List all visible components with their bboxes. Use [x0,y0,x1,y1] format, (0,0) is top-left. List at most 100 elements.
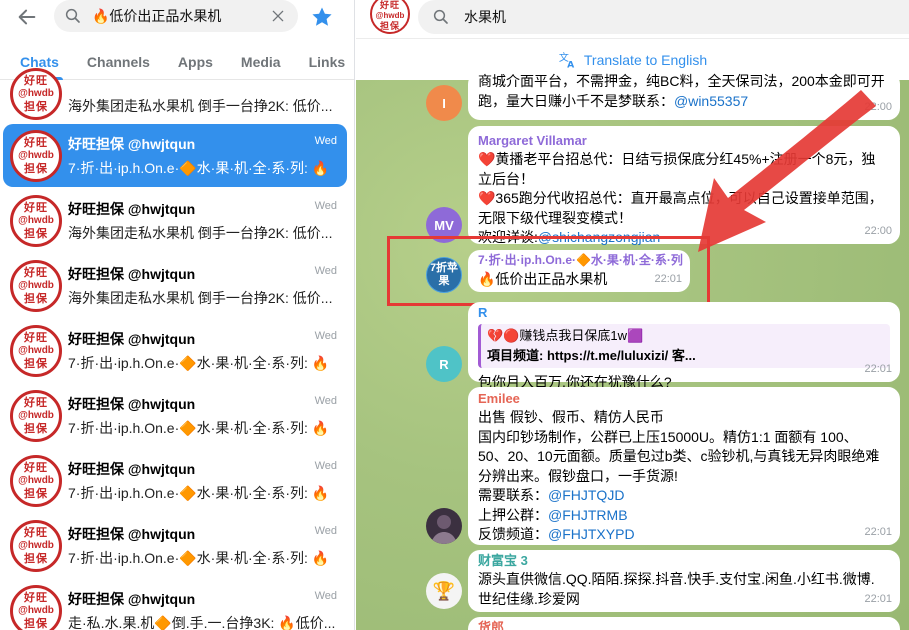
search-input[interactable]: 🔥低价出正品水果机 [54,0,298,32]
sender-avatar[interactable]: I [426,85,462,121]
avatar: 好旺 @hwdb 担保 [10,260,62,312]
message-search-query[interactable]: 水果机 [464,7,506,27]
sender-avatar[interactable]: R [426,346,462,382]
message-bubble[interactable]: 财富宝 3 源头直供微信.QQ.陌陌.探探.抖音.快手.支付宝.闲鱼.小红书.微… [468,550,900,612]
message-time: 22:00 [864,224,892,237]
sender-name[interactable]: R [478,304,890,321]
chat-list-panel: 🔥低价出正品水果机 Chats Channels Apps Media Link… [0,0,355,630]
translate-icon: 文A [558,49,580,71]
chat-time: Wed [314,460,337,472]
message-text: 商城介面平台，不需押金，纯BC料，全天保司法，200本金即可开 [478,73,885,89]
avatar-text-line1: 好旺 [24,527,48,539]
chat-preview: 海外集团走私水果机 倒手一台挣2K: 低价... [68,98,333,114]
avatar-text-line2: @hwdb [18,88,54,99]
avatar-text-line2: @hwdb [18,150,54,161]
avatar-text-line2: @hwdb [18,540,54,551]
chat-name: 好旺担保 @hwjtqun [68,591,196,607]
avatar-text-line3: 担保 [24,488,48,500]
username-link[interactable]: @FHJTQJD [548,487,624,503]
conversation-header: 好旺 @hwdb 担保 水果机 [356,0,909,38]
saved-star-button[interactable] [308,3,336,31]
message-bubble[interactable]: Margaret Villamar ❤️黄播老平台招总代：日结亏损保底分红45%… [468,126,900,245]
message-text: ❤️黄播老平台招总代：日结亏损保底分红45%+注册一个8元，独 [478,151,876,167]
message-time: 22:01 [864,362,892,375]
chat-time: Wed [314,135,337,147]
avatar-text-line3: 担保 [24,293,48,305]
username-link[interactable]: @win55357 [674,93,748,109]
message-bubble[interactable]: 货郎 [468,617,900,630]
message-text: 50、20、10元面额。质量包过b类、c验钞机,与真钱无异肉眼绝难 [478,448,880,464]
chat-preview: 7·折·出·ip.h.On.e·🔶水·果·机·全·系·列: 🔥 [68,550,330,566]
avatar-text-line1: 好旺 [24,267,48,279]
avatar-text-line3: 担保 [24,101,48,113]
avatar-text-line1: 好旺 [24,592,48,604]
chat-preview: 7·折·出·ip.h.On.e·🔶水·果·机·全·系·列: 🔥 [68,160,330,176]
chat-item[interactable]: 好旺 @hwdb 担保 海外集团走私水果机 倒手一台挣2K: 低价... [3,62,347,125]
chat-item[interactable]: 好旺 @hwdb 担保 好旺担保 @hwjtqun 海外集团走私水果机 倒手一台挣2K:… [3,254,347,317]
avatar-text-line3: 担保 [24,618,48,630]
message-bubble[interactable]: 商城介面平台，不需押金，纯BC料，全天保司法，200本金即可开 跑，量大日赚小千… [468,72,900,120]
message-area: I 商城介面平台，不需押金，纯BC料，全天保司法，200本金即可开 跑，量大日赚… [356,72,909,630]
message-text: 跑，量大日赚小千不是梦联系：@win55357 [478,92,890,112]
chat-time: Wed [314,590,337,602]
avatar-text-line2: @hwdb [18,345,54,356]
left-top-bar: 🔥低价出正品水果机 [0,0,354,34]
chat-item[interactable]: 好旺 @hwdb 担保 好旺担保 @hwjtqun 海外集团走私水果机 倒手一台挣2K:… [3,189,347,252]
contact-line: 需要联系：@FHJTQJD [478,486,890,506]
message-text: 出售 假钞、假币、精仿人民币 [478,409,664,425]
avatar-text-line2: @hwdb [18,605,54,616]
chat-item[interactable]: 好旺 @hwdb 担保 好旺担保 @hwjtqun 7·折·出·ip.h.On.e·🔶水… [3,384,347,447]
message-bubble[interactable]: R 💔🔴赚钱点我日保底1w🟪 項目频道: https://t.me/luluxi… [468,302,900,390]
chat-preview: 走·私.水.果.机🔶倒.手.一.台挣3K: 🔥低价... [68,615,336,630]
username-link[interactable]: @FHJTXYPD [548,526,635,542]
channel-avatar[interactable]: 好旺 @hwdb 担保 [370,0,410,34]
sender-name[interactable]: 货郎 [478,619,890,630]
message-search-input[interactable]: 水果机 [418,0,909,34]
chat-item[interactable]: 好旺 @hwdb 担保 好旺担保 @hwjtqun 7·折·出·ip.h.On.e·🔶水… [3,124,347,187]
message-time: 22:00 [864,100,892,113]
translate-label: Translate to English [583,51,708,68]
avatar-text-line3: 担保 [24,163,48,175]
avatar: 好旺 @hwdb 担保 [10,325,62,377]
trophy-icon: 🏆 [432,580,456,601]
chat-name: 好旺担保 @hwjtqun [68,266,196,282]
chat-preview: 7·折·出·ip.h.On.e·🔶水·果·机·全·系·列: 🔥 [68,485,330,501]
chat-item[interactable]: 好旺 @hwdb 担保 好旺担保 @hwjtqun 7·折·出·ip.h.On.e·🔶水… [3,514,347,577]
message-text: 分辨出来。假钞盘口，一手货源! [478,467,678,484]
avatar-text-line3: 担保 [24,423,48,435]
sender-name[interactable]: Margaret Villamar [478,132,890,149]
conversation-panel: 好旺 @hwdb 担保 水果机 文A Translate to English … [356,0,909,630]
chat-item[interactable]: 好旺 @hwdb 担保 好旺担保 @hwjtqun 走·私.水.果.机🔶倒.手.一.台挣… [3,579,347,630]
avatar-text-line1: 好旺 [24,397,48,409]
sender-avatar[interactable]: 🏆 [426,573,462,609]
avatar-text-line1: 好旺 [24,75,48,87]
chat-preview: 海外集团走私水果机 倒手一台挣2K: 低价... [68,290,333,306]
avatar: 好旺 @hwdb 担保 [10,195,62,247]
username-link[interactable]: @FHJTRMB [548,507,628,523]
avatar: 好旺 @hwdb 担保 [10,455,62,507]
message-text: 无限下级代理裂变模式！ [478,209,632,226]
avatar: 好旺 @hwdb 担保 [10,390,62,442]
avatar: 好旺 @hwdb 担保 [10,68,62,120]
message-time: 22:01 [864,592,892,605]
sender-name[interactable]: 财富宝 3 [478,552,890,569]
avatar-text-line3: 担保 [24,553,48,565]
chat-name: 好旺担保 @hwjtqun [68,461,196,477]
contact-label: 反馈频道： [478,526,548,542]
chat-preview: 海外集团走私水果机 倒手一台挣2K: 低价... [68,225,333,241]
quoted-message[interactable]: 💔🔴赚钱点我日保底1w🟪 項目频道: https://t.me/luluxizi… [478,324,890,368]
search-query[interactable]: 🔥低价出正品水果机 [92,6,266,26]
quote-link: https://t.me/luluxizi/ 客... [546,348,696,363]
sender-avatar[interactable] [426,508,462,544]
avatar-text-line1: 好旺 [24,332,48,344]
avatar-text-line2: @hwdb [18,410,54,421]
svg-text:A: A [567,59,575,70]
message-bubble[interactable]: Emilee 出售 假钞、假币、精仿人民币 国内印钞场制作，公群已上压15000… [468,387,900,545]
chat-item[interactable]: 好旺 @hwdb 担保 好旺担保 @hwjtqun 7·折·出·ip.h.On.e·🔶水… [3,449,347,512]
contact-label: 上押公群： [478,506,548,523]
chat-item[interactable]: 好旺 @hwdb 担保 好旺担保 @hwjtqun 7·折·出·ip.h.On.e·🔶水… [3,319,347,382]
sender-name[interactable]: Emilee [478,390,890,407]
avatar-text-line3: 担保 [24,358,48,370]
back-button[interactable] [14,4,40,30]
clear-search-button[interactable] [266,4,290,28]
